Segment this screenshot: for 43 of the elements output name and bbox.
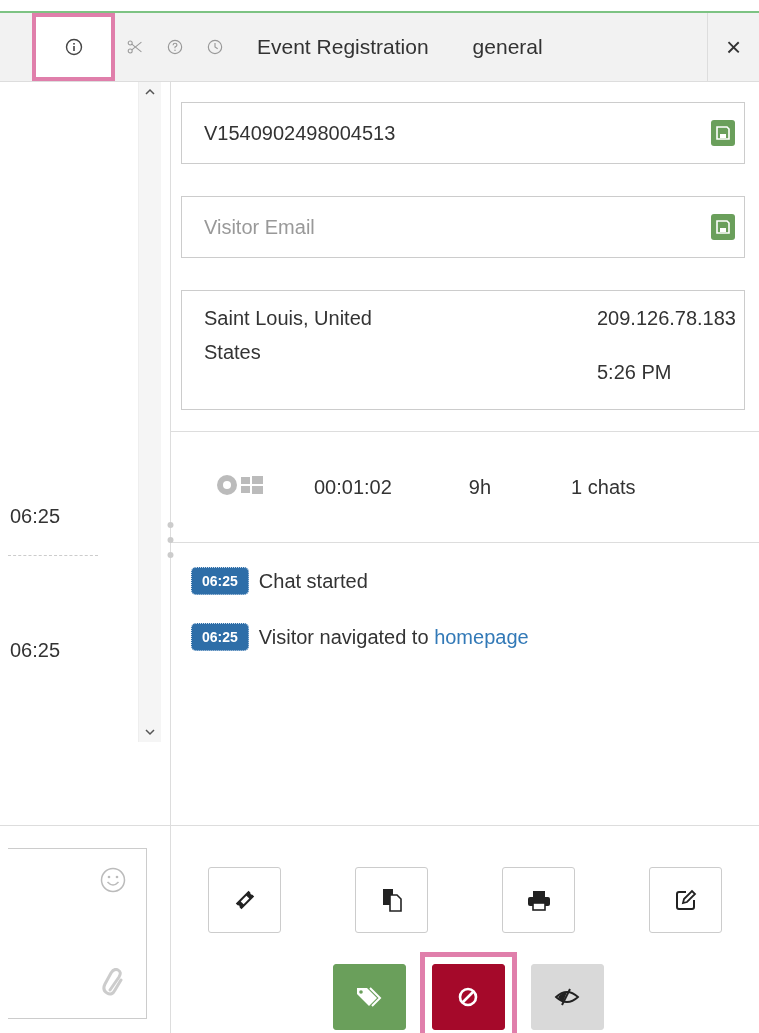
idle-time: 9h bbox=[468, 475, 492, 499]
tab[interactable]: general bbox=[450, 13, 565, 81]
copy-icon bbox=[380, 888, 403, 912]
block-icon bbox=[457, 986, 479, 1008]
printer-icon bbox=[526, 889, 551, 911]
email-field[interactable]: Visitor Email bbox=[181, 196, 745, 258]
time-badge: 06:25 bbox=[191, 623, 249, 651]
ip-address: 209.126.78.183 bbox=[596, 306, 736, 331]
resize-handle-icon[interactable] bbox=[167, 520, 174, 560]
smiley-icon[interactable] bbox=[100, 867, 126, 893]
message-input[interactable] bbox=[8, 848, 147, 1019]
message-time: 06:25 bbox=[10, 505, 61, 528]
eye-slash-icon bbox=[554, 987, 580, 1007]
page-link[interactable]: homepage bbox=[434, 625, 529, 648]
info-icon bbox=[64, 38, 83, 56]
visitor-id-field[interactable]: V1540902498004513 bbox=[181, 102, 745, 164]
close-button[interactable]: × bbox=[707, 13, 759, 81]
local-time: 5:26 PM bbox=[596, 360, 673, 385]
clock-icon bbox=[207, 38, 223, 56]
tags-button[interactable] bbox=[332, 964, 406, 1030]
scissors-icon bbox=[127, 38, 143, 56]
edit-icon bbox=[674, 889, 697, 911]
chat-duration: 00:01:02 bbox=[314, 475, 392, 499]
time-badge: 06:25 bbox=[191, 567, 249, 595]
location-text: Saint Louis, United States bbox=[204, 306, 373, 365]
ban-button[interactable] bbox=[431, 964, 505, 1030]
tab[interactable]: Event Registration bbox=[235, 13, 451, 81]
tags-icon bbox=[355, 986, 383, 1008]
hide-button[interactable] bbox=[530, 964, 604, 1030]
ticket-icon bbox=[233, 889, 256, 911]
message-time: 06:25 bbox=[10, 639, 61, 662]
info-tab[interactable] bbox=[32, 13, 115, 81]
event-text: Visitor navigated to homepage bbox=[258, 625, 529, 649]
save-button[interactable] bbox=[711, 214, 735, 240]
save-button[interactable] bbox=[711, 120, 735, 146]
ticket-button[interactable] bbox=[208, 867, 281, 933]
print-button[interactable] bbox=[502, 867, 575, 933]
help-icon bbox=[167, 38, 183, 56]
scrollbar[interactable] bbox=[138, 82, 161, 742]
chat-count: 1 chats bbox=[571, 475, 636, 499]
copy-button[interactable] bbox=[355, 867, 428, 933]
event-text: Chat started bbox=[258, 569, 368, 593]
edit-button[interactable] bbox=[649, 867, 722, 933]
